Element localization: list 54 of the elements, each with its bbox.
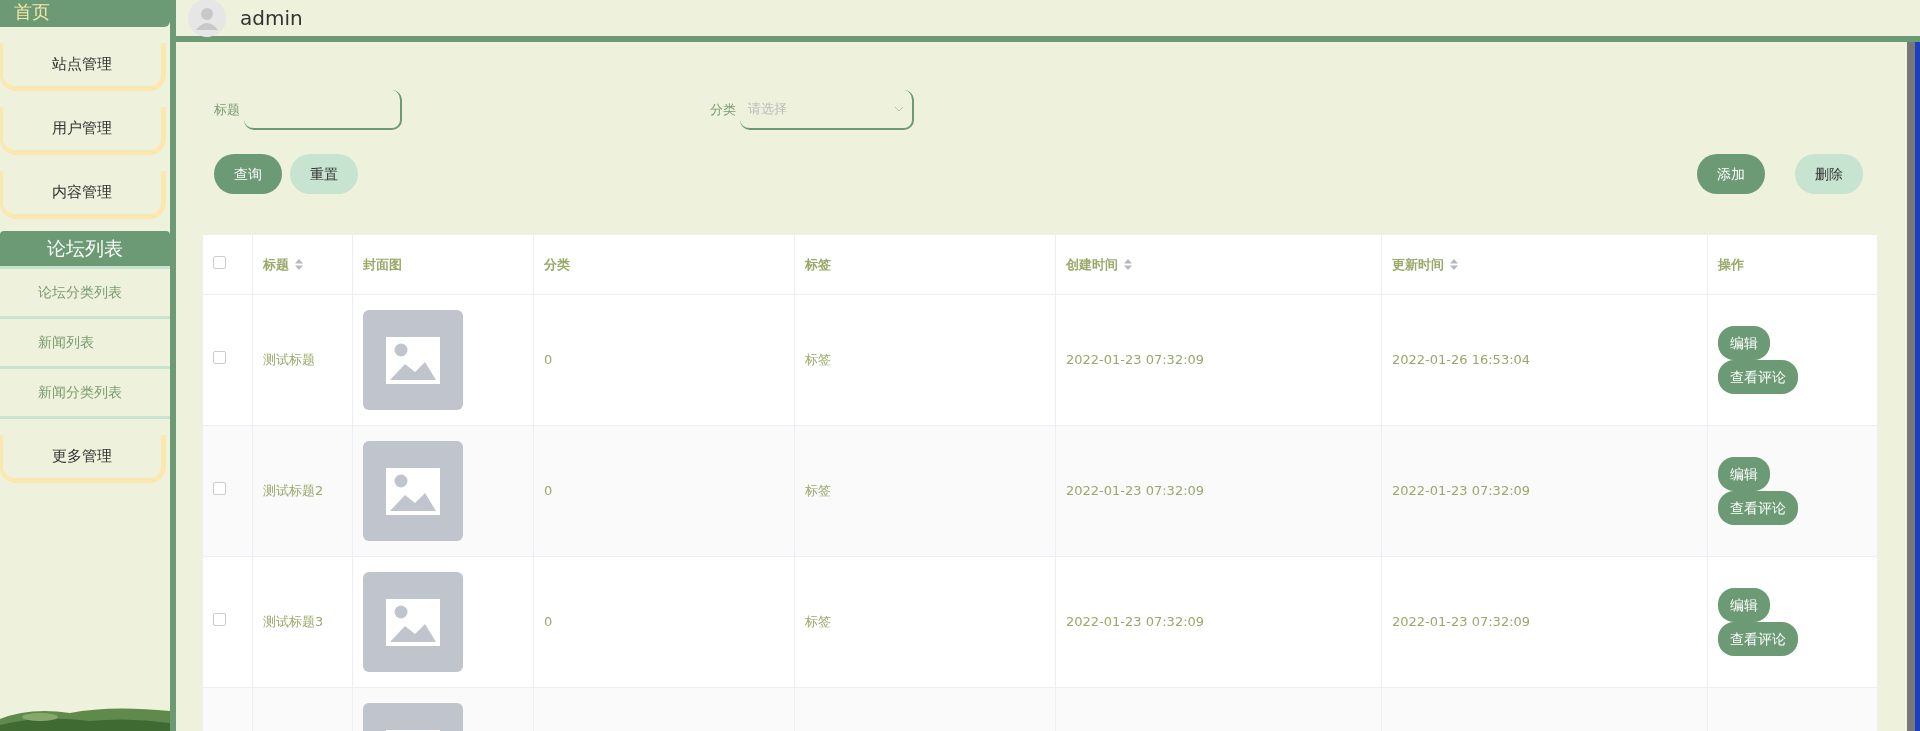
field-label: 分类 [710,101,736,120]
field-label: 标题 [214,101,240,120]
table-cell: 2022-01-23 07:32:09 [1392,614,1531,630]
column-header: 标签 [805,256,831,272]
query-button[interactable]: 查询 [214,154,282,194]
checkbox[interactable] [213,613,226,627]
table-cell: 标签 [805,352,831,368]
sidebar-item[interactable]: 用户管理 [0,107,166,155]
table-cell: 0 [544,614,553,630]
table-cell: 2022-01-26 16:53:04 [1392,352,1531,368]
sidebar-subitem[interactable]: 论坛分类列表 [0,269,170,319]
checkbox[interactable] [213,482,226,496]
scrollbar[interactable] [1907,42,1915,731]
table-cell: 标签 [805,614,831,630]
sidebar-item[interactable]: 内容管理 [0,171,166,219]
table-cell: 2022-01-23 07:32:09 [1392,483,1531,499]
table-cell: 测试标题2 [263,483,324,499]
table-cell: 2022-01-23 07:32:09 [1066,352,1205,368]
sort-icon[interactable] [295,258,303,270]
sidebar-item[interactable]: 站点管理 [0,43,166,91]
sort-icon[interactable] [1450,258,1458,270]
column-header: 封面图 [363,256,402,272]
table-cell: 2022-01-23 07:32:09 [1066,614,1205,630]
view-comments-button[interactable]: 查看评论 [1718,360,1798,394]
column-header: 分类 [544,256,570,272]
input-field[interactable] [244,90,402,130]
table-cell: 标签 [805,483,831,499]
reset-button[interactable]: 重置 [290,154,358,194]
column-header: 操作 [1718,256,1744,272]
column-header[interactable]: 更新时间 [1392,256,1444,272]
table-cell: 0 [544,483,553,499]
view-comments-button[interactable]: 查看评论 [1718,491,1798,525]
column-header[interactable]: 标题 [263,256,289,272]
checkbox[interactable] [213,255,226,269]
user-name: admin [240,5,303,32]
edit-button[interactable]: 编辑 [1718,457,1770,491]
edit-button[interactable]: 编辑 [1718,326,1770,360]
checkbox[interactable] [213,351,226,365]
view-comments-button[interactable]: 查看评论 [1718,622,1798,656]
column-header[interactable]: 创建时间 [1066,256,1118,272]
table-cell: 0 [544,352,553,368]
table-cell: 2022-01-23 07:32:09 [1066,483,1205,499]
sidebar-subitem[interactable]: 新闻分类列表 [0,369,170,419]
sort-icon[interactable] [1124,258,1132,270]
sidebar-group-header[interactable]: 论坛列表 [0,231,170,269]
sidebar-subitem[interactable]: 新闻列表 [0,319,170,369]
edit-button[interactable]: 编辑 [1718,588,1770,622]
table-cell: 测试标题 [263,352,315,368]
table-cell: 测试标题3 [263,614,324,630]
chevron-down-icon [894,106,904,112]
add-button[interactable]: 添加 [1697,154,1765,194]
home-link[interactable]: 首页 [0,0,170,27]
sidebar-item[interactable]: 更多管理 [0,435,166,483]
delete-button[interactable]: 删除 [1795,154,1863,194]
